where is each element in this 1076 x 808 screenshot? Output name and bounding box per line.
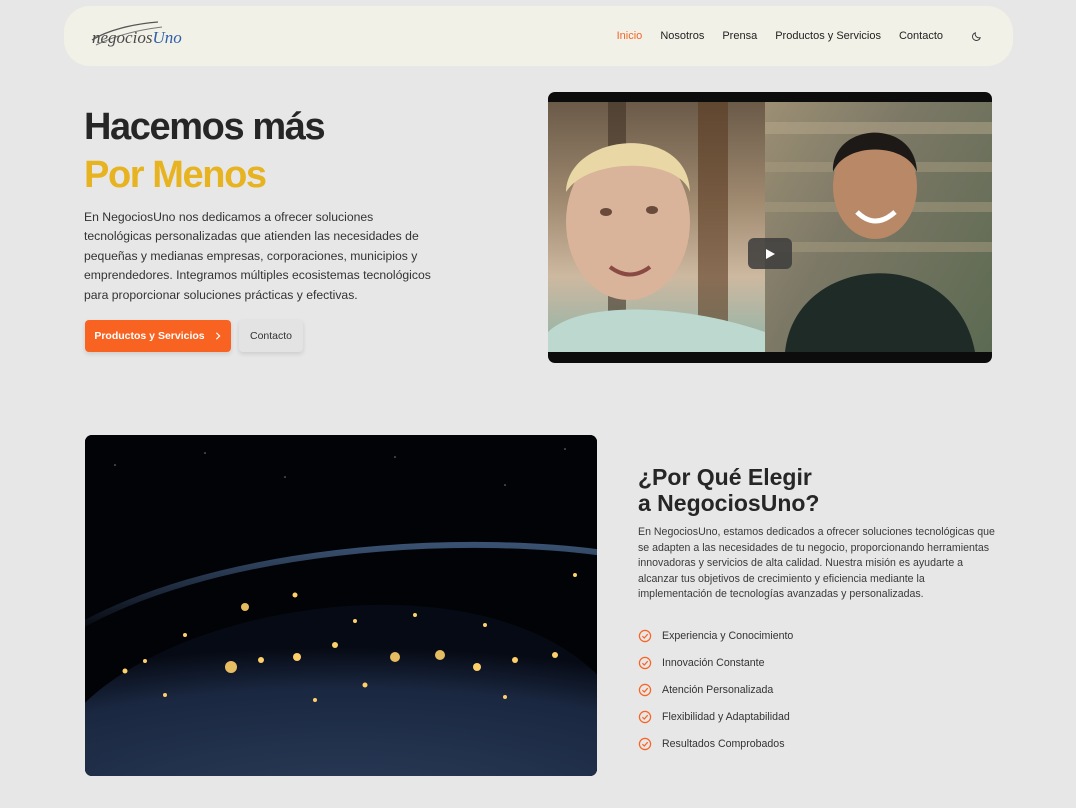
productos-servicios-button-label: Productos y Servicios: [94, 330, 205, 342]
why-title-line2: a NegociosUno?: [638, 490, 820, 516]
hero-description: En NegociosUno nos dedicamos a ofrecer s…: [84, 210, 431, 302]
productos-servicios-button[interactable]: Productos y Servicios: [85, 320, 231, 352]
moon-icon[interactable]: [967, 27, 985, 45]
video-player[interactable]: [548, 92, 992, 363]
feature-item: Innovación Constante: [638, 649, 793, 676]
navbar: negociosUno Inicio Nosotros Prensa Produ…: [64, 6, 1013, 66]
feature-label: Resultados Comprobados: [662, 737, 785, 750]
main-menu: Inicio Nosotros Prensa Productos y Servi…: [617, 27, 985, 45]
feature-item: Resultados Comprobados: [638, 730, 793, 757]
nav-item-productos[interactable]: Productos y Servicios: [775, 30, 881, 42]
contacto-button[interactable]: Contacto: [239, 320, 303, 352]
check-circle-icon: [638, 737, 652, 751]
nav-item-prensa[interactable]: Prensa: [722, 30, 757, 42]
logo-suffix: Uno: [152, 28, 182, 47]
nav-item-nosotros[interactable]: Nosotros: [660, 30, 704, 42]
feature-label: Experiencia y Conocimiento: [662, 629, 794, 642]
why-title: ¿Por Qué Elegir a NegociosUno?: [638, 464, 978, 516]
logo[interactable]: negociosUno: [91, 16, 182, 56]
check-circle-icon: [638, 629, 652, 643]
why-description: En NegociosUno, estamos dedicados a ofre…: [638, 526, 995, 601]
feature-item: Flexibilidad y Adaptabilidad: [638, 703, 793, 730]
check-circle-icon: [638, 710, 652, 724]
video-frame-left: [548, 102, 765, 352]
why-title-line1: ¿Por Qué Elegir: [638, 464, 812, 490]
chevron-right-icon: [215, 332, 221, 340]
nav-item-contacto[interactable]: Contacto: [899, 30, 943, 42]
earth-night-image: [85, 435, 597, 776]
hero-title: Hacemos más: [84, 106, 326, 148]
check-circle-icon: [638, 656, 652, 670]
feature-label: Flexibilidad y Adaptabilidad: [662, 710, 790, 723]
feature-item: Atención Personalizada: [638, 676, 793, 703]
play-icon[interactable]: [748, 238, 792, 269]
feature-item: Experiencia y Conocimiento: [638, 622, 793, 649]
nav-item-inicio[interactable]: Inicio: [617, 30, 643, 42]
logo-text: negociosUno: [92, 28, 182, 48]
check-circle-icon: [638, 683, 652, 697]
logo-prefix: negocios: [92, 28, 153, 47]
contacto-button-label: Contacto: [249, 330, 293, 342]
video-frame-right: [765, 102, 992, 352]
feature-label: Atención Personalizada: [662, 683, 774, 696]
hero-subtitle: Por Menos: [84, 154, 267, 196]
page: negociosUno Inicio Nosotros Prensa Produ…: [0, 0, 1076, 808]
feature-label: Innovación Constante: [662, 656, 765, 669]
features-list: Experiencia y Conocimiento Innovación Co…: [638, 622, 793, 757]
